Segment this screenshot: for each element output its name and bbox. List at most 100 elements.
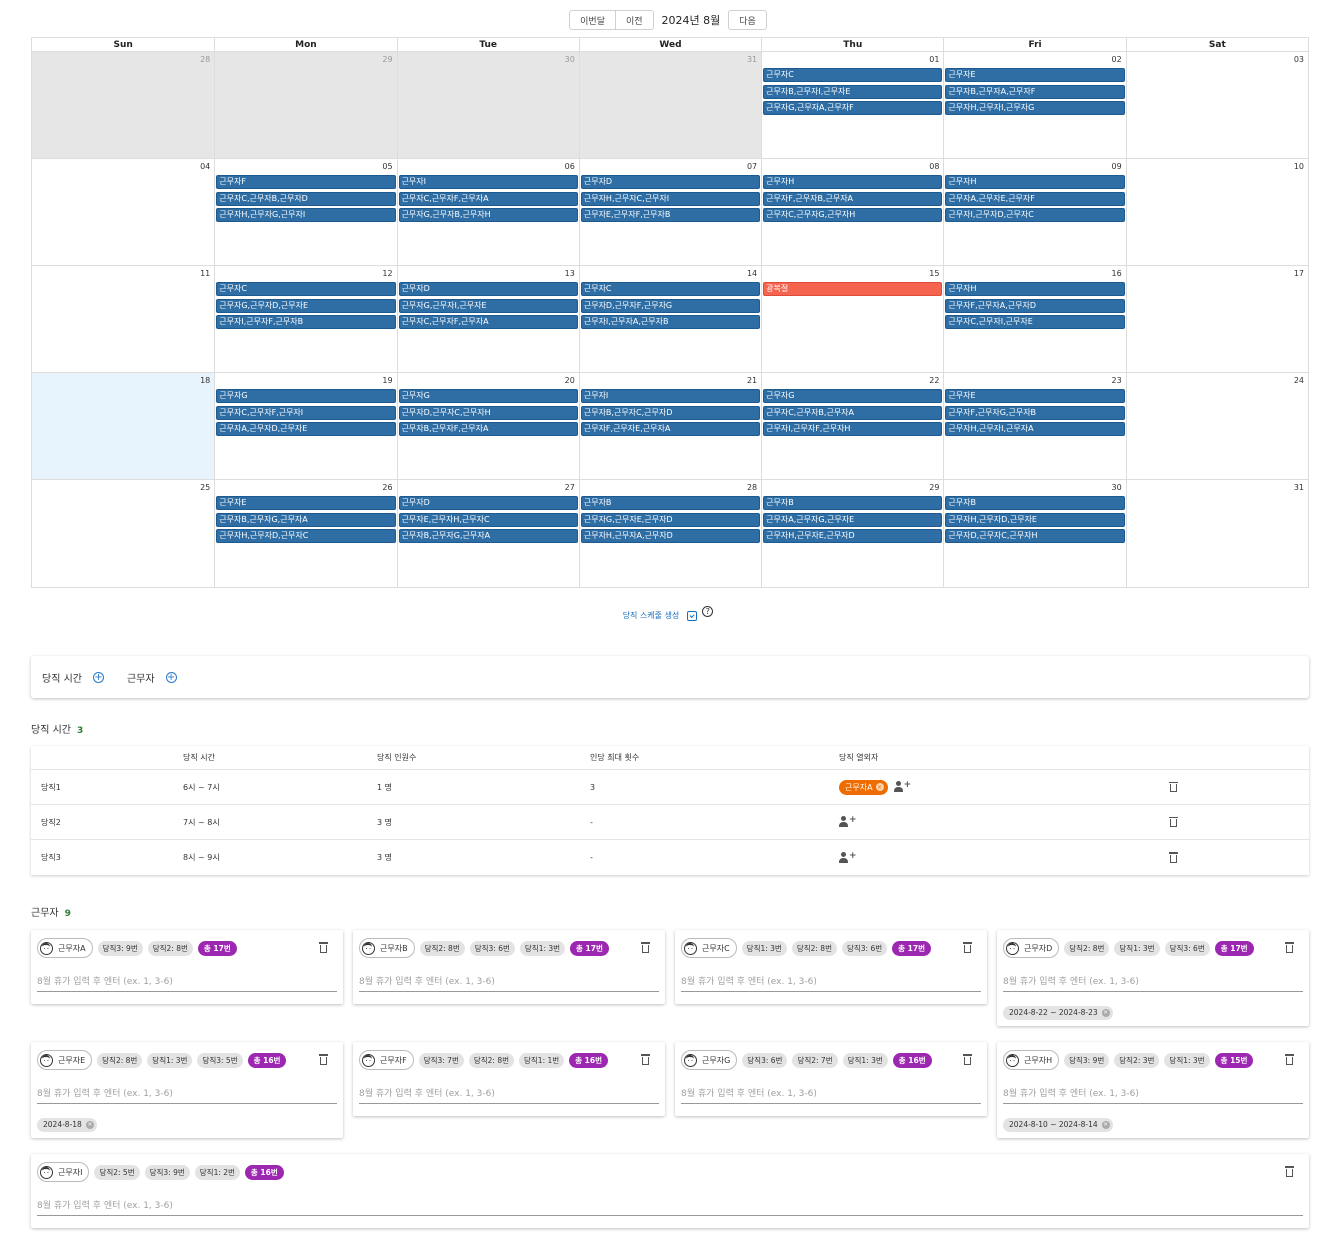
duty-event[interactable]: 근무자G,근무자B,근무자H bbox=[398, 208, 578, 222]
vacation-chip[interactable]: 2024-8-22 ~ 2024-8-23 × bbox=[1003, 1005, 1113, 1020]
worker-name-chip[interactable]: 근무자B bbox=[359, 938, 415, 958]
day-cell[interactable]: 16 근무자H 근무자F,근무자A,근무자D 근무자C,근무자I,근무자E bbox=[943, 266, 1125, 372]
delete-worker-icon[interactable] bbox=[963, 1054, 972, 1065]
duty-event[interactable]: 근무자G,근무자D,근무자E bbox=[216, 298, 396, 313]
duty-event[interactable]: 근무자H bbox=[763, 175, 943, 189]
duty-event[interactable]: 근무자A,근무자E,근무자F bbox=[945, 191, 1125, 206]
worker-name-chip[interactable]: 근무자C bbox=[681, 938, 737, 958]
day-number[interactable]: 20 bbox=[565, 376, 575, 385]
duty-event[interactable]: 근무자B,근무자G,근무자A bbox=[398, 529, 578, 543]
day-cell[interactable]: 10 bbox=[1125, 159, 1308, 265]
duty-event[interactable]: 근무자H,근무자C,근무자I bbox=[580, 191, 761, 206]
vacation-input[interactable]: 8월 휴가 입력 후 엔터 (ex. 1, 3-6) bbox=[37, 1194, 1303, 1216]
day-cell[interactable]: 24 bbox=[1125, 373, 1308, 479]
day-number[interactable]: 19 bbox=[382, 376, 392, 385]
duty-event[interactable]: 근무자D,근무자F,근무자G bbox=[580, 298, 761, 313]
day-number[interactable]: 15 bbox=[929, 269, 939, 278]
day-cell[interactable]: 09 근무자H 근무자A,근무자E,근무자F 근무자I,근무자D,근무자C bbox=[943, 159, 1125, 265]
add-worker-plus-icon[interactable]: + bbox=[165, 672, 177, 683]
day-number[interactable]: 25 bbox=[200, 483, 210, 492]
day-cell[interactable]: 07 근무자D 근무자H,근무자C,근무자I 근무자E,근무자F,근무자B bbox=[578, 159, 761, 265]
duty-event[interactable]: 근무자I bbox=[580, 389, 761, 403]
delete-worker-icon[interactable] bbox=[1285, 1166, 1294, 1177]
day-number[interactable]: 11 bbox=[200, 269, 210, 278]
worker-name-chip[interactable]: 근무자F bbox=[359, 1050, 414, 1070]
duty-event[interactable]: 근무자I,근무자A,근무자B bbox=[580, 315, 761, 329]
duty-event[interactable]: 근무자H,근무자I,근무자G bbox=[945, 101, 1125, 115]
duty-event[interactable]: 근무자I,근무자F,근무자B bbox=[216, 315, 396, 329]
duty-event[interactable]: 근무자I,근무자F,근무자H bbox=[763, 422, 943, 436]
vacation-input[interactable]: 8월 휴가 입력 후 엔터 (ex. 1, 3-6) bbox=[681, 970, 981, 992]
duty-event[interactable]: 근무자A,근무자D,근무자E bbox=[216, 422, 396, 436]
duty-event[interactable]: 근무자F,근무자A,근무자D bbox=[945, 298, 1125, 313]
duty-event[interactable]: 근무자D,근무자C,근무자H bbox=[398, 405, 578, 420]
day-cell[interactable]: 29 근무자B 근무자A,근무자G,근무자E 근무자H,근무자E,근무자D bbox=[761, 480, 943, 587]
day-cell[interactable]: 14 근무자C 근무자D,근무자F,근무자G 근무자I,근무자A,근무자B bbox=[578, 266, 761, 372]
duty-event[interactable]: 근무자H,근무자I,근무자A bbox=[945, 422, 1125, 436]
day-number[interactable]: 05 bbox=[382, 162, 392, 171]
duty-event[interactable]: 근무자C,근무자F,근무자I bbox=[216, 405, 396, 420]
duty-event[interactable]: 근무자C,근무자F,근무자A bbox=[398, 315, 578, 329]
duty-event[interactable]: 근무자G,근무자E,근무자D bbox=[580, 512, 761, 527]
duty-event[interactable]: 근무자E bbox=[216, 496, 396, 510]
worker-name-chip[interactable]: 근무자I bbox=[37, 1162, 90, 1182]
remove-vacation-icon[interactable]: × bbox=[1101, 1120, 1110, 1129]
duty-event[interactable]: 근무자D,근무자C,근무자H bbox=[945, 529, 1125, 543]
day-number[interactable]: 28 bbox=[747, 483, 757, 492]
day-cell[interactable]: 22 근무자G 근무자C,근무자B,근무자A 근무자I,근무자F,근무자H bbox=[761, 373, 943, 479]
duty-event[interactable]: 근무자E bbox=[945, 389, 1125, 403]
day-number[interactable]: 29 bbox=[382, 55, 392, 64]
day-cell[interactable]: 31 bbox=[578, 52, 762, 158]
duty-event[interactable]: 근무자E,근무자H,근무자C bbox=[398, 512, 578, 527]
excluded-worker-chip[interactable]: 근무자A × bbox=[839, 779, 888, 795]
day-cell[interactable]: 03 bbox=[1125, 52, 1308, 158]
duty-event[interactable]: 근무자B bbox=[580, 496, 761, 510]
day-number[interactable]: 18 bbox=[200, 376, 210, 385]
duty-event[interactable]: 근무자F,근무자E,근무자A bbox=[580, 422, 761, 436]
person-add-icon[interactable]: + bbox=[839, 815, 857, 828]
duty-event[interactable]: 근무자H,근무자E,근무자D bbox=[763, 529, 943, 543]
duty-event[interactable]: 근무자H bbox=[945, 282, 1125, 296]
duty-event[interactable]: 근무자F,근무자G,근무자B bbox=[945, 405, 1125, 420]
trash-icon[interactable] bbox=[1169, 852, 1178, 863]
duty-event[interactable]: 근무자E bbox=[945, 68, 1125, 82]
day-cell[interactable]: 26 근무자E 근무자B,근무자G,근무자A 근무자H,근무자D,근무자C bbox=[214, 480, 396, 587]
person-add-icon[interactable]: + bbox=[893, 780, 911, 793]
day-number[interactable]: 01 bbox=[929, 55, 939, 64]
day-cell[interactable]: 29 bbox=[214, 52, 397, 158]
prev-button[interactable]: 이전 bbox=[615, 10, 654, 30]
holiday-event[interactable]: 광복절 bbox=[763, 282, 943, 296]
day-cell[interactable]: 11 bbox=[32, 266, 214, 372]
duty-event[interactable]: 근무자G,근무자A,근무자F bbox=[763, 101, 943, 115]
day-cell[interactable]: 28 bbox=[32, 52, 215, 158]
duty-event[interactable]: 근무자H bbox=[945, 175, 1125, 189]
day-cell[interactable]: 17 bbox=[1125, 266, 1308, 372]
day-cell[interactable]: 12 근무자C 근무자G,근무자D,근무자E 근무자I,근무자F,근무자B bbox=[214, 266, 396, 372]
duty-event[interactable]: 근무자B bbox=[763, 496, 943, 510]
day-number[interactable]: 29 bbox=[929, 483, 939, 492]
next-button[interactable]: 다음 bbox=[728, 10, 767, 30]
duty-event[interactable]: 근무자A,근무자G,근무자E bbox=[763, 512, 943, 527]
duty-event[interactable]: 근무자B,근무자G,근무자A bbox=[216, 512, 396, 527]
day-number[interactable]: 22 bbox=[929, 376, 939, 385]
duty-event[interactable]: 근무자F bbox=[216, 175, 396, 189]
day-cell[interactable]: 13 근무자D 근무자G,근무자I,근무자E 근무자C,근무자F,근무자A bbox=[396, 266, 579, 372]
generate-schedule-button[interactable]: 당직 스케줄 생성 bbox=[623, 610, 680, 621]
duty-event[interactable]: 근무자H,근무자D,근무자C bbox=[216, 529, 396, 543]
vacation-input[interactable]: 8월 휴가 입력 후 엔터 (ex. 1, 3-6) bbox=[681, 1082, 981, 1104]
vacation-chip[interactable]: 2024-8-10 ~ 2024-8-14 × bbox=[1003, 1117, 1113, 1132]
day-cell[interactable]: 08 근무자H 근무자F,근무자B,근무자A 근무자C,근무자G,근무자H bbox=[761, 159, 943, 265]
day-number[interactable]: 24 bbox=[1294, 376, 1304, 385]
duty-event[interactable]: 근무자F,근무자B,근무자A bbox=[763, 191, 943, 206]
day-number[interactable]: 09 bbox=[1112, 162, 1122, 171]
day-number[interactable]: 02 bbox=[1112, 55, 1122, 64]
delete-worker-icon[interactable] bbox=[641, 942, 650, 953]
add-duty-time-plus-icon[interactable]: + bbox=[92, 672, 104, 683]
remove-chip-icon[interactable]: × bbox=[875, 783, 884, 791]
duty-event[interactable]: 근무자D bbox=[580, 175, 761, 189]
duty-event[interactable]: 근무자B,근무자C,근무자D bbox=[580, 405, 761, 420]
duty-event[interactable]: 근무자G bbox=[398, 389, 578, 403]
trash-icon[interactable] bbox=[1169, 781, 1178, 793]
day-cell[interactable]: 30 근무자B 근무자H,근무자D,근무자E 근무자D,근무자C,근무자H bbox=[943, 480, 1125, 587]
day-number[interactable]: 16 bbox=[1112, 269, 1122, 278]
